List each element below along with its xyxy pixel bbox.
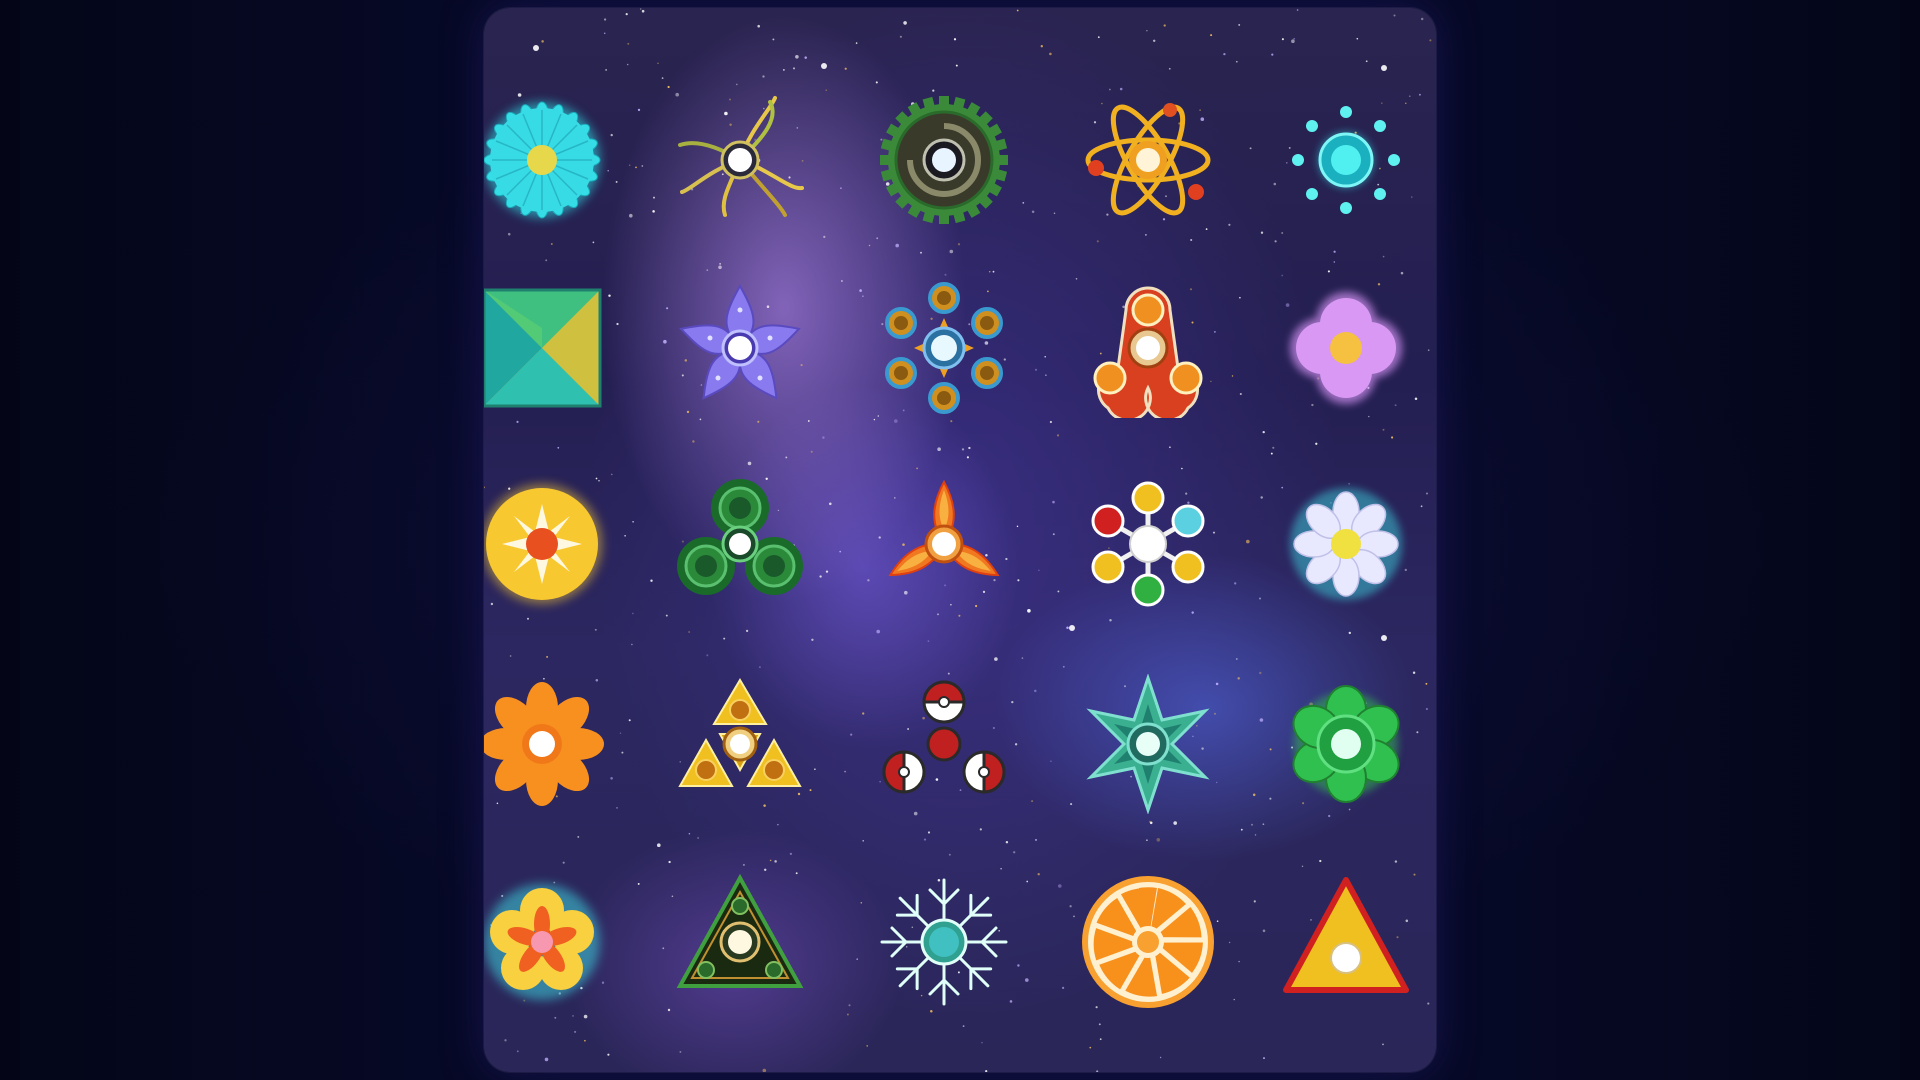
spinner-orange-tri-spinner[interactable] bbox=[1078, 278, 1218, 418]
spinner-fire-blade[interactable] bbox=[874, 474, 1014, 614]
six-ball-icon bbox=[1091, 481, 1205, 607]
fire-blade-icon bbox=[888, 479, 1000, 577]
purple-star-flower-icon bbox=[679, 283, 801, 400]
green-bubble-icon bbox=[677, 479, 803, 595]
spinner-hibiscus[interactable] bbox=[484, 872, 612, 1012]
spinner-pokeball[interactable] bbox=[874, 674, 1014, 814]
spinner-selection-panel bbox=[484, 8, 1436, 1072]
hibiscus-icon bbox=[484, 884, 600, 1000]
dark-tri-icon bbox=[676, 873, 804, 988]
spinner-triangle[interactable] bbox=[1276, 872, 1416, 1012]
spinner-orange-flower[interactable] bbox=[484, 674, 612, 814]
spinner-atom[interactable] bbox=[1078, 90, 1218, 230]
spinner-purple-star-flower[interactable] bbox=[670, 278, 810, 418]
orange-flower-icon bbox=[484, 682, 604, 806]
sun-disc-icon bbox=[484, 484, 602, 604]
spinner-teal-star[interactable] bbox=[1078, 674, 1218, 814]
orange-slice-icon bbox=[1082, 876, 1214, 1008]
prism-square-icon bbox=[484, 288, 602, 408]
spinner-green-gear[interactable] bbox=[874, 90, 1014, 230]
spinner-prism-square[interactable] bbox=[484, 278, 612, 418]
white-daisy-icon bbox=[1290, 488, 1402, 600]
green-lotus-icon bbox=[1292, 685, 1400, 803]
spinner-dark-tri[interactable] bbox=[670, 872, 810, 1012]
spinner-six-ball[interactable] bbox=[1078, 474, 1218, 614]
teal-daisy-icon bbox=[484, 101, 601, 219]
spinner-golden-feather[interactable] bbox=[670, 90, 810, 230]
lilac-clover-icon bbox=[1290, 292, 1402, 404]
orange-tri-spinner-icon bbox=[1093, 286, 1203, 418]
cyan-orbit-icon bbox=[1292, 106, 1400, 214]
snowflake-icon bbox=[880, 878, 1008, 1006]
spinner-gold-triforce[interactable] bbox=[670, 674, 810, 814]
spinner-green-lotus[interactable] bbox=[1276, 674, 1416, 814]
spinner-sun-disc[interactable] bbox=[484, 474, 612, 614]
spinner-cyan-orbit[interactable] bbox=[1276, 90, 1416, 230]
teal-star-icon bbox=[1086, 674, 1210, 814]
sunflower-ring-icon bbox=[885, 282, 1003, 414]
green-gear-icon bbox=[880, 96, 1008, 224]
triangle-icon bbox=[1283, 877, 1409, 993]
spinner-snowflake[interactable] bbox=[874, 872, 1014, 1012]
spinner-lilac-clover[interactable] bbox=[1276, 278, 1416, 418]
golden-feather-icon bbox=[678, 96, 804, 217]
spinner-green-bubble[interactable] bbox=[670, 474, 810, 614]
atom-icon bbox=[1085, 103, 1211, 216]
spinner-sunflower-ring[interactable] bbox=[874, 278, 1014, 418]
pokeball-icon bbox=[882, 680, 1006, 794]
spinner-white-daisy[interactable] bbox=[1276, 474, 1416, 614]
spinner-teal-daisy[interactable] bbox=[484, 90, 612, 230]
gold-triforce-icon bbox=[678, 678, 802, 787]
spinner-orange-slice[interactable] bbox=[1078, 872, 1218, 1012]
